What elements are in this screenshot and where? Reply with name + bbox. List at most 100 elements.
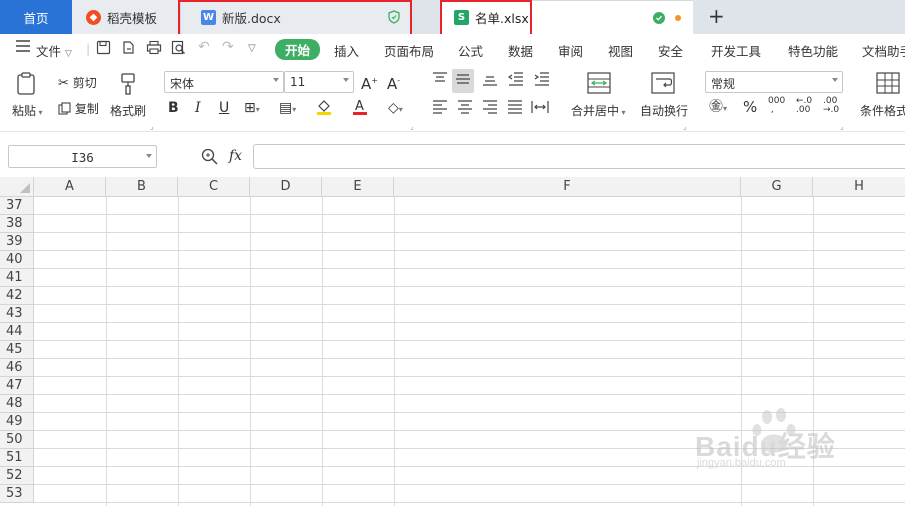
select-all-corner[interactable] (0, 177, 34, 197)
row-header[interactable]: 51 (0, 449, 34, 467)
column-header[interactable]: E (322, 177, 394, 197)
column-header[interactable]: G (741, 177, 813, 197)
percent-icon[interactable]: % (743, 99, 757, 115)
clear-format-icon[interactable]: ◇▾ (388, 100, 403, 118)
menu-page-layout[interactable]: 页面布局 (384, 41, 434, 60)
row-header[interactable]: 42 (0, 287, 34, 305)
number-format-select[interactable]: 常规 (705, 71, 843, 93)
menu-data[interactable]: 数据 (508, 41, 533, 60)
spreadsheet-grid[interactable]: A B C D E F G H 37 38 39 40 41 42 43 44 45 46 47 48… (0, 177, 905, 506)
row-header[interactable]: 39 (0, 233, 34, 251)
align-middle-icon[interactable] (452, 69, 474, 93)
font-color-icon[interactable]: A (352, 98, 370, 120)
column-header[interactable]: B (106, 177, 178, 197)
column-header[interactable]: H (813, 177, 905, 197)
tab-sheet[interactable]: S 名单.xlsx (440, 0, 693, 34)
align-center-icon[interactable] (457, 100, 473, 118)
print-preview-icon[interactable] (171, 40, 186, 58)
alignment-expand-icon[interactable]: ⌟ (683, 122, 687, 131)
row-header[interactable]: 49 (0, 413, 34, 431)
row-header[interactable]: 41 (0, 269, 34, 287)
menu-file[interactable]: 文件 ▽ (36, 41, 72, 60)
thousands-separator-icon[interactable]: 000 , (768, 97, 785, 115)
hamburger-menu-icon[interactable] (16, 40, 30, 55)
indent-decrease-icon[interactable] (507, 72, 524, 90)
menu-special[interactable]: 特色功能 (788, 41, 838, 60)
conditional-format-button[interactable]: 条件格式 (860, 102, 905, 119)
distribute-icon[interactable] (531, 100, 549, 118)
menu-review[interactable]: 审阅 (558, 41, 583, 60)
menu-formulas[interactable]: 公式 (458, 41, 483, 60)
quick-access-dropdown-icon[interactable]: ▽ (248, 43, 256, 54)
menu-doc-assistant[interactable]: 文档助手 (862, 41, 905, 60)
format-painter-icon[interactable] (118, 72, 140, 99)
justify-icon[interactable] (507, 100, 523, 118)
menu-insert[interactable]: 插入 (334, 41, 359, 60)
decrease-font-icon[interactable]: A- (387, 73, 400, 92)
currency-icon[interactable]: ㊎▾ (709, 99, 727, 117)
row-header[interactable]: 44 (0, 323, 34, 341)
cut-button[interactable]: ✂ 剪切 (58, 74, 97, 91)
format-painter-button[interactable]: 格式刷 (110, 102, 146, 119)
merge-center-button[interactable]: 合并居中 ▾ (571, 102, 626, 119)
column-header[interactable]: D (250, 177, 322, 197)
row-header[interactable]: 52 (0, 467, 34, 485)
fill-color-icon[interactable] (315, 98, 335, 120)
tab-home[interactable]: 首页 (0, 0, 72, 34)
font-expand-icon[interactable]: ⌟ (410, 122, 414, 131)
borders-icon[interactable]: ⊞▾ (244, 100, 260, 118)
menu-view[interactable]: 视图 (608, 41, 633, 60)
menu-start[interactable]: 开始 (275, 39, 321, 60)
row-header[interactable]: 46 (0, 359, 34, 377)
row-header[interactable]: 43 (0, 305, 34, 323)
redo-icon[interactable]: ↷ (222, 39, 234, 55)
row-header[interactable]: 38 (0, 215, 34, 233)
merge-center-icon[interactable] (587, 72, 611, 98)
menu-developer[interactable]: 开发工具 (711, 41, 761, 60)
row-header[interactable]: 48 (0, 395, 34, 413)
row-header[interactable]: 47 (0, 377, 34, 395)
function-fx-icon[interactable]: fx (229, 148, 242, 164)
new-tab-plus-icon[interactable]: + (708, 5, 725, 27)
row-header[interactable]: 37 (0, 197, 34, 215)
row-header[interactable]: 53 (0, 485, 34, 503)
indent-increase-icon[interactable] (534, 72, 550, 90)
number-expand-icon[interactable]: ⌟ (840, 122, 844, 131)
wrap-text-button[interactable]: 自动换行 (640, 102, 688, 119)
undo-icon[interactable]: ↶ (198, 39, 210, 55)
copy-button[interactable]: 复制 (58, 100, 99, 117)
font-name-select[interactable]: 宋体 (164, 71, 284, 93)
decrease-decimal-icon[interactable]: .00 →.0 (823, 97, 839, 115)
align-bottom-icon[interactable] (482, 72, 498, 90)
italic-icon[interactable]: I (195, 100, 201, 116)
column-header[interactable]: A (34, 177, 106, 197)
formula-input[interactable] (253, 144, 905, 169)
wrap-text-icon[interactable] (651, 72, 675, 98)
align-right-icon[interactable] (482, 100, 498, 118)
underline-icon[interactable]: U (219, 100, 229, 116)
row-header[interactable]: 50 (0, 431, 34, 449)
paste-icon[interactable] (16, 72, 38, 99)
bold-icon[interactable]: B (168, 100, 179, 116)
align-left-icon[interactable] (432, 100, 448, 118)
row-header[interactable]: 45 (0, 341, 34, 359)
row-header[interactable]: 40 (0, 251, 34, 269)
column-header[interactable]: C (178, 177, 250, 197)
save-icon[interactable] (96, 40, 111, 58)
clipboard-expand-icon[interactable]: ⌟ (150, 122, 154, 131)
name-box[interactable]: I36 (8, 145, 157, 168)
paste-button[interactable]: 粘贴 ▾ (12, 102, 43, 119)
tab-template[interactable]: ◆ 稻壳模板 (72, 0, 180, 34)
zoom-search-icon[interactable] (201, 148, 218, 169)
tab-doc[interactable]: W 新版.docx (180, 0, 412, 34)
increase-font-icon[interactable]: A+ (361, 73, 378, 92)
fill-pattern-icon[interactable]: ▤▾ (279, 100, 296, 118)
conditional-format-icon[interactable] (876, 72, 900, 98)
increase-decimal-icon[interactable]: ←.0.00 (796, 97, 812, 115)
align-top-icon[interactable] (432, 72, 448, 90)
font-size-select[interactable]: 11 (284, 71, 354, 93)
print-icon[interactable] (146, 40, 162, 58)
menu-security[interactable]: 安全 (658, 41, 683, 60)
column-header[interactable]: F (394, 177, 741, 197)
export-icon[interactable] (121, 40, 136, 58)
